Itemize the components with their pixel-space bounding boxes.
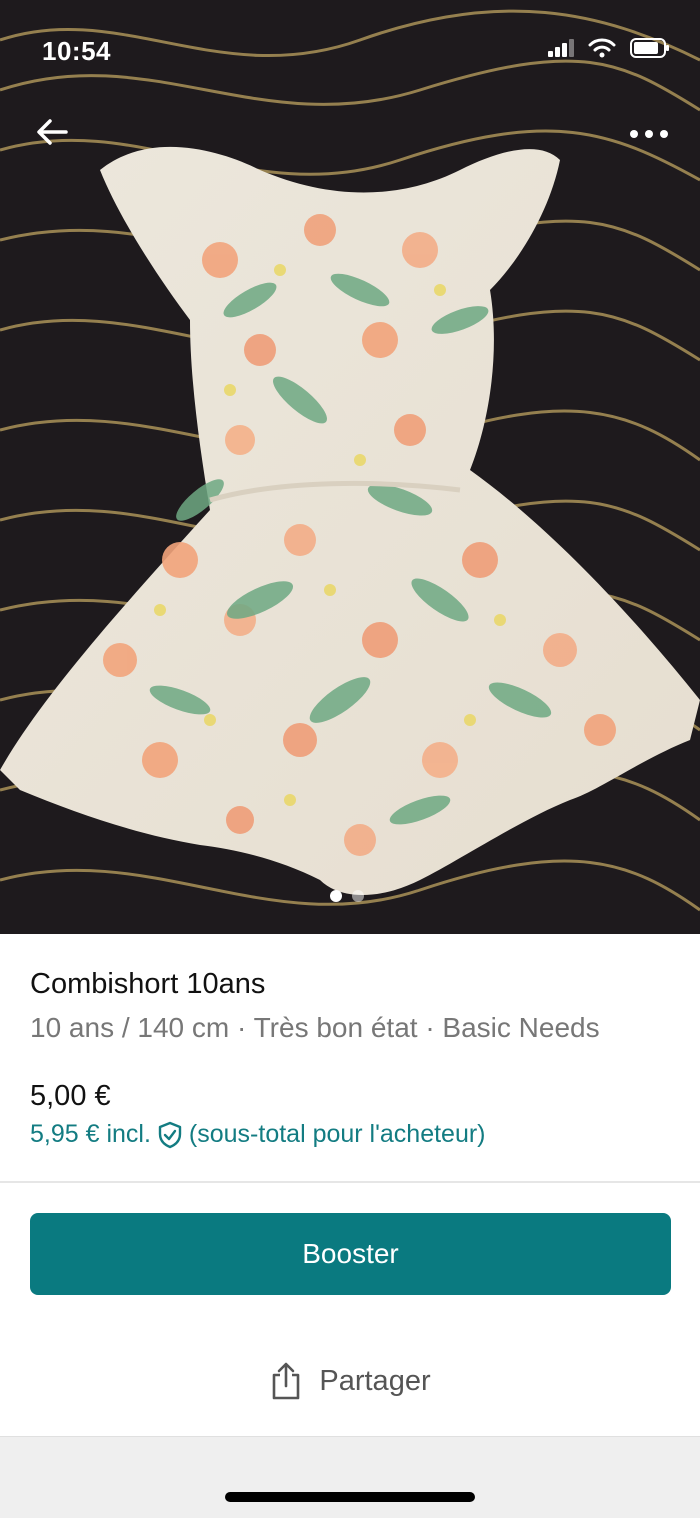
battery-icon	[630, 38, 669, 58]
bottom-area	[0, 1436, 700, 1518]
booster-button[interactable]: Booster	[30, 1213, 671, 1295]
item-price: 5,00 €	[30, 1080, 111, 1112]
buyer-price-line[interactable]: 5,95 € incl. (sous-total pour l'acheteur…	[30, 1120, 486, 1149]
more-options-button[interactable]	[624, 112, 674, 156]
product-image	[0, 0, 700, 934]
buyer-price: 5,95 € incl.	[30, 1120, 151, 1148]
share-label: Partager	[319, 1364, 431, 1397]
wifi-icon	[588, 38, 616, 58]
home-indicator[interactable]	[225, 1492, 475, 1502]
item-info: Combishort 10ans 10 ans / 140 cm · Très …	[0, 934, 700, 1182]
signal-icon	[548, 39, 574, 57]
item-details: 10 ans / 140 cm · Très bon état · Basic …	[30, 1012, 600, 1043]
status-bar: 10:54	[0, 0, 700, 100]
pager-dot[interactable]	[352, 890, 364, 902]
pager-dot-active[interactable]	[330, 890, 342, 902]
divider	[0, 1181, 700, 1183]
share-button[interactable]: Partager	[0, 1345, 700, 1417]
product-photo[interactable]: 10:54	[0, 0, 700, 934]
status-icons	[548, 38, 670, 58]
share-icon	[273, 1362, 300, 1400]
back-button[interactable]	[30, 110, 74, 154]
status-time: 10:54	[42, 36, 111, 66]
photo-pager	[330, 890, 364, 902]
more-horizontal-icon	[630, 130, 668, 138]
buyer-note: (sous-total pour l'acheteur)	[188, 1120, 486, 1148]
item-title: Combishort 10ans	[30, 968, 266, 1000]
arrow-left-icon	[37, 119, 68, 145]
shield-check-icon	[158, 1121, 182, 1148]
